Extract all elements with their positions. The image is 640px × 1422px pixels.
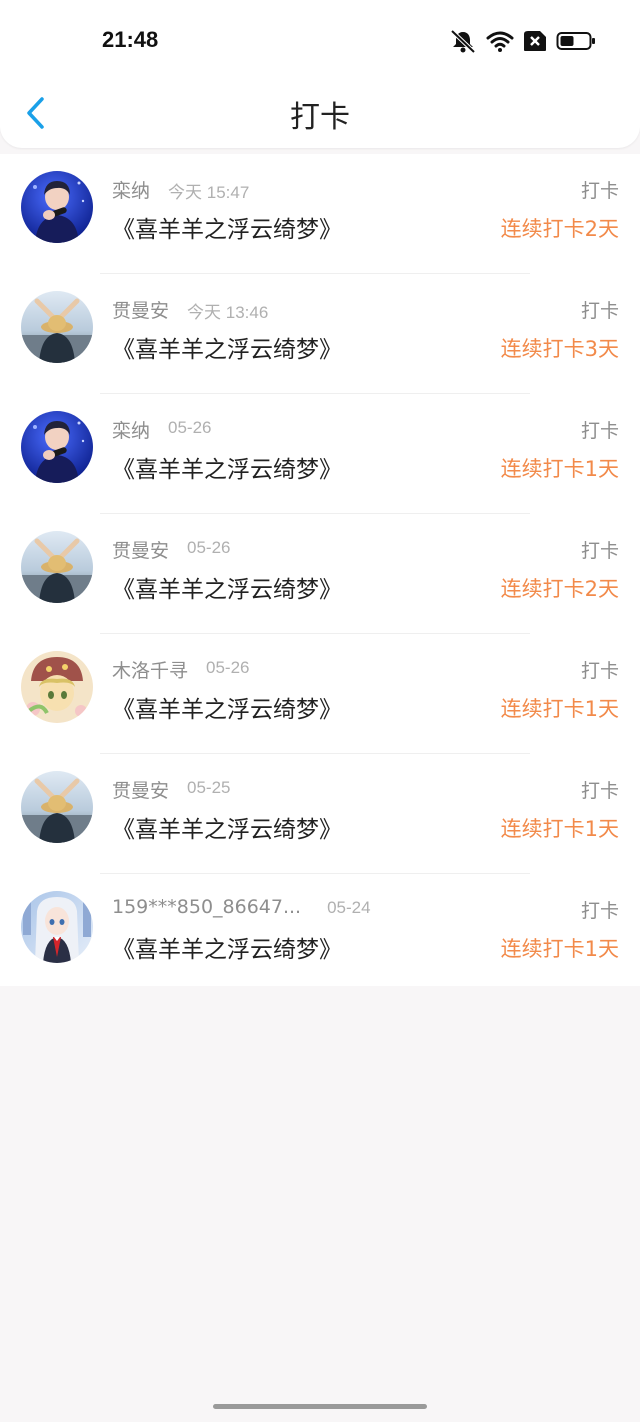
checkin-type-label: 打卡 [580, 540, 619, 562]
list-item[interactable]: 栾纳 今天 15:47 《喜羊羊之浮云绮梦》 打卡连续打卡2天 [0, 154, 640, 274]
user-name[interactable]: 栾纳 [112, 416, 150, 443]
work-title: 《喜羊羊之浮云绮梦》 [112, 577, 342, 603]
checkin-time: 05-26 [168, 418, 212, 437]
work-title: 《喜羊羊之浮云绮梦》 [112, 217, 342, 243]
avatar[interactable] [21, 531, 93, 603]
avatar[interactable] [21, 171, 93, 243]
list-item[interactable]: 贯曼安 05-25 《喜羊羊之浮云绮梦》 打卡连续打卡1天 [0, 754, 640, 874]
no-sim-icon [523, 30, 547, 52]
list-item[interactable]: 栾纳 05-26 《喜羊羊之浮云绮梦》 打卡连续打卡1天 [0, 394, 640, 514]
header: 21:48 打卡 [0, 0, 640, 148]
user-name[interactable]: 159***850_86647... [112, 896, 301, 918]
work-title: 《喜羊羊之浮云绮梦》 [112, 337, 342, 363]
work-title: 《喜羊羊之浮云绮梦》 [112, 457, 342, 483]
streak-label: 连续打卡2天 [500, 217, 619, 241]
streak-label: 连续打卡1天 [500, 937, 619, 961]
user-name[interactable]: 栾纳 [112, 176, 150, 203]
work-title: 《喜羊羊之浮云绮梦》 [112, 697, 342, 723]
checkin-list: 栾纳 今天 15:47 《喜羊羊之浮云绮梦》 打卡 连续打卡2天 贯曼安 今天 13:46 《… [0, 154, 640, 986]
avatar[interactable] [21, 771, 93, 843]
work-title: 《喜羊羊之浮云绮梦》 [112, 937, 342, 963]
avatar[interactable] [21, 891, 93, 963]
user-name[interactable]: 贯曼安 [112, 296, 169, 323]
checkin-type-label: 打卡 [580, 780, 619, 802]
streak-label: 连续打卡1天 [500, 817, 619, 841]
list-item[interactable]: 木洛千寻 05-26 《喜羊羊之浮云绮梦》 打卡连续打卡1天 [0, 634, 640, 754]
user-name[interactable]: 木洛千寻 [112, 656, 188, 683]
checkin-time: 05-26 [187, 538, 231, 557]
streak-label: 连续打卡1天 [500, 697, 619, 721]
checkin-type-label: 打卡 [580, 900, 619, 922]
list-item[interactable]: 贯曼安 今天 13:46 《喜羊羊之浮云绮梦》 打卡连续打卡3天 [0, 274, 640, 394]
checkin-time: 今天 15:47 [168, 183, 250, 202]
home-indicator[interactable] [213, 1404, 427, 1409]
streak-label: 连续打卡1天 [500, 457, 619, 481]
status-icons [449, 28, 596, 54]
avatar[interactable] [21, 651, 93, 723]
avatar[interactable] [21, 411, 93, 483]
checkin-type-label: 打卡 [580, 420, 619, 442]
avatar[interactable] [21, 291, 93, 363]
list-item[interactable]: 贯曼安 05-26 《喜羊羊之浮云绮梦》 打卡连续打卡2天 [0, 514, 640, 634]
list-item[interactable]: 159***850_86647... 05-24 《喜羊羊之浮云绮梦》 打卡连续打卡1… [0, 874, 640, 994]
checkin-time: 今天 13:46 [187, 303, 269, 322]
checkin-time: 05-24 [327, 898, 371, 917]
streak-label: 连续打卡2天 [500, 577, 619, 601]
checkin-type-label: 打卡 [580, 300, 619, 322]
status-time: 21:48 [102, 27, 159, 52]
work-title: 《喜羊羊之浮云绮梦》 [112, 817, 342, 843]
user-name[interactable]: 贯曼安 [112, 776, 169, 803]
page-title: 打卡 [290, 100, 350, 135]
wifi-icon [486, 29, 514, 53]
checkin-time: 05-25 [187, 778, 231, 797]
user-name[interactable]: 贯曼安 [112, 536, 169, 563]
bell-muted-icon [449, 29, 477, 53]
battery-icon [556, 30, 596, 52]
checkin-time: 05-26 [206, 658, 250, 677]
streak-label: 连续打卡3天 [500, 337, 619, 361]
checkin-type-label: 打卡 [580, 660, 619, 682]
checkin-type-label: 打卡 [580, 180, 619, 202]
